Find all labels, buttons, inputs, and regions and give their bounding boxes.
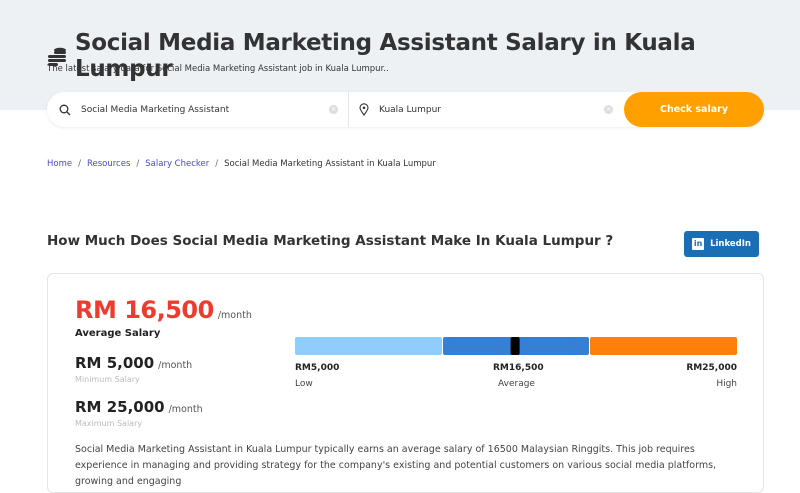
linkedin-button[interactable]: in LinkedIn — [684, 231, 759, 257]
low-label: Low — [295, 379, 313, 389]
breadcrumb-separator: / — [78, 159, 81, 169]
page-header: Social Media Marketing Assistant Salary … — [47, 30, 800, 82]
low-segment — [295, 337, 442, 355]
search-bar: × × Check salary — [47, 92, 764, 127]
clear-location-icon[interactable]: × — [604, 105, 613, 114]
breadcrumb-current: Social Media Marketing Assistant in Kual… — [224, 159, 436, 169]
breadcrumb: Home / Resources / Salary Checker / Social … — [47, 159, 436, 169]
breadcrumb-resources[interactable]: Resources — [87, 159, 130, 169]
high-value: RM25,000 — [686, 363, 737, 373]
high-label: High — [716, 379, 737, 389]
salary-description: Social Media Marketing Assistant in Kual… — [75, 444, 717, 487]
average-label: Average — [498, 379, 535, 389]
salary-range-bar — [295, 337, 738, 355]
location-input[interactable] — [379, 104, 599, 115]
average-value: RM16,500 — [493, 363, 544, 373]
unit-label: /month — [217, 310, 252, 321]
minimum-salary: RM 5,000/month — [75, 354, 192, 372]
minimum-salary-label: Minimum Salary — [75, 375, 140, 384]
unit-label: /month — [158, 360, 193, 371]
job-field: × — [47, 92, 349, 127]
breadcrumb-salary-checker[interactable]: Salary Checker — [145, 159, 209, 169]
average-salary-value: RM 16,500 — [75, 296, 214, 324]
search-icon — [59, 104, 71, 115]
breadcrumb-home[interactable]: Home — [47, 159, 72, 169]
average-segment — [442, 337, 590, 355]
breadcrumb-separator: / — [136, 159, 140, 169]
page-subtitle: The latest salary data for Social Media … — [47, 64, 389, 74]
section-heading: How Much Does Social Media Marketing Ass… — [47, 233, 614, 249]
linkedin-label: LinkedIn — [710, 239, 751, 249]
unit-label: /month — [168, 404, 203, 415]
page-title: Social Media Marketing Assistant Salary … — [74, 30, 696, 82]
low-value: RM5,000 — [295, 363, 340, 373]
linkedin-icon: in — [692, 238, 705, 250]
location-pin-icon — [359, 103, 369, 116]
job-input[interactable] — [81, 104, 301, 115]
average-marker — [510, 337, 520, 355]
breadcrumb-separator: / — [215, 159, 219, 169]
average-salary: RM 16,500/month — [75, 296, 252, 324]
location-field: × — [349, 92, 623, 127]
check-salary-button[interactable]: Check salary — [624, 92, 764, 127]
high-segment — [590, 337, 738, 355]
minimum-salary-value: RM 5,000 — [75, 354, 155, 372]
maximum-salary-value: RM 25,000 — [75, 398, 165, 416]
coins-icon — [47, 47, 66, 66]
maximum-salary-label: Maximum Salary — [75, 419, 143, 428]
average-salary-label: Average Salary — [75, 328, 161, 339]
maximum-salary: RM 25,000/month — [75, 398, 203, 416]
clear-job-icon[interactable]: × — [329, 105, 338, 114]
